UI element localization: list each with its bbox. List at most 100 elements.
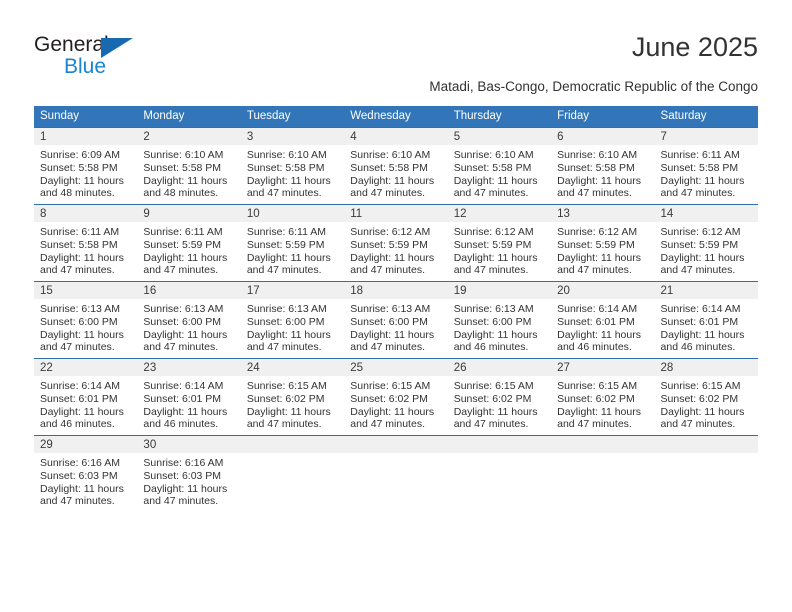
day-cell[interactable]: 7 Sunrise: 6:11 AM Sunset: 5:58 PM Dayli… <box>654 127 758 205</box>
sunrise-text: Sunrise: 6:13 AM <box>453 303 534 315</box>
weekday-header-friday: Friday <box>551 106 655 128</box>
day-details: Sunrise: 6:12 AM Sunset: 5:59 PM Dayligh… <box>344 222 447 277</box>
day-details: Sunrise: 6:11 AM Sunset: 5:58 PM Dayligh… <box>34 222 137 277</box>
day-number <box>344 436 448 453</box>
daylight-line2: and 47 minutes. <box>350 187 425 200</box>
day-cell[interactable]: 30 Sunrise: 6:16 AM Sunset: 6:03 PM Dayl… <box>137 435 241 512</box>
day-number: 12 <box>447 205 552 222</box>
day-cell[interactable]: 5 Sunrise: 6:10 AM Sunset: 5:58 PM Dayli… <box>447 127 552 205</box>
day-cell[interactable]: 17 Sunrise: 6:13 AM Sunset: 6:00 PM Dayl… <box>240 281 345 359</box>
day-cell[interactable]: 10 Sunrise: 6:11 AM Sunset: 5:59 PM Dayl… <box>240 204 345 282</box>
sunrise-text: Sunrise: 6:13 AM <box>246 303 327 315</box>
day-cell[interactable]: 25 Sunrise: 6:15 AM Sunset: 6:02 PM Dayl… <box>344 358 448 436</box>
day-cell[interactable]: 8 Sunrise: 6:11 AM Sunset: 5:58 PM Dayli… <box>34 204 138 282</box>
daylight-line1: Daylight: 11 hours <box>143 328 228 341</box>
daylight-line2: and 47 minutes. <box>350 341 425 354</box>
day-details: Sunrise: 6:10 AM Sunset: 5:58 PM Dayligh… <box>448 145 551 200</box>
day-cell[interactable]: 14 Sunrise: 6:12 AM Sunset: 5:59 PM Dayl… <box>654 204 758 282</box>
daylight-line2: and 47 minutes. <box>246 418 322 431</box>
day-cell[interactable]: 22 Sunrise: 6:14 AM Sunset: 6:01 PM Dayl… <box>34 358 138 436</box>
daylight-line2: and 47 minutes. <box>246 264 322 277</box>
sunset-text: Sunset: 6:00 PM <box>246 315 325 328</box>
day-number: 5 <box>447 128 552 145</box>
day-cell[interactable]: 24 Sunrise: 6:15 AM Sunset: 6:02 PM Dayl… <box>240 358 345 436</box>
day-number: 3 <box>240 128 345 145</box>
day-cell[interactable]: 19 Sunrise: 6:13 AM Sunset: 6:00 PM Dayl… <box>447 281 552 359</box>
daylight-line2: and 46 minutes. <box>453 341 529 354</box>
day-cell[interactable]: 11 Sunrise: 6:12 AM Sunset: 5:59 PM Dayl… <box>344 204 448 282</box>
daylight-line1: Daylight: 11 hours <box>143 251 228 264</box>
day-cell[interactable]: 29 Sunrise: 6:16 AM Sunset: 6:03 PM Dayl… <box>34 435 138 512</box>
sunrise-text: Sunrise: 6:13 AM <box>40 303 120 315</box>
day-cell[interactable]: 16 Sunrise: 6:13 AM Sunset: 6:00 PM Dayl… <box>137 281 241 359</box>
day-cell[interactable]: 2 Sunrise: 6:10 AM Sunset: 5:58 PM Dayli… <box>137 127 241 205</box>
sunrise-text: Sunrise: 6:10 AM <box>557 149 638 161</box>
weekday-header-monday: Monday <box>137 106 241 128</box>
day-cell[interactable]: 15 Sunrise: 6:13 AM Sunset: 6:00 PM Dayl… <box>34 281 138 359</box>
sunrise-text: Sunrise: 6:11 AM <box>660 149 740 161</box>
daylight-line1: Daylight: 11 hours <box>40 174 124 187</box>
daylight-line2: and 48 minutes. <box>40 187 115 200</box>
day-number: 1 <box>34 128 138 145</box>
sunset-text: Sunset: 5:58 PM <box>40 161 118 174</box>
sunrise-text: Sunrise: 6:14 AM <box>40 380 120 392</box>
sunset-text: Sunset: 5:59 PM <box>143 238 222 251</box>
sunset-text: Sunset: 6:02 PM <box>660 392 739 405</box>
day-number: 25 <box>344 359 448 376</box>
sunset-text: Sunset: 5:59 PM <box>453 238 532 251</box>
day-cell[interactable]: 1 Sunrise: 6:09 AM Sunset: 5:58 PM Dayli… <box>34 127 138 205</box>
day-number: 13 <box>551 205 655 222</box>
day-details: Sunrise: 6:14 AM Sunset: 6:01 PM Dayligh… <box>137 376 240 431</box>
day-cell[interactable]: 3 Sunrise: 6:10 AM Sunset: 5:58 PM Dayli… <box>240 127 345 205</box>
day-cell-empty <box>654 435 758 512</box>
daylight-line2: and 46 minutes. <box>40 418 115 431</box>
daylight-line2: and 47 minutes. <box>557 264 632 277</box>
day-cell[interactable]: 4 Sunrise: 6:10 AM Sunset: 5:58 PM Dayli… <box>344 127 448 205</box>
daylight-line2: and 47 minutes. <box>453 264 529 277</box>
day-number: 27 <box>551 359 655 376</box>
day-details: Sunrise: 6:14 AM Sunset: 6:01 PM Dayligh… <box>551 299 654 354</box>
daylight-line2: and 47 minutes. <box>143 495 219 508</box>
day-cell[interactable]: 26 Sunrise: 6:15 AM Sunset: 6:02 PM Dayl… <box>447 358 552 436</box>
day-details: Sunrise: 6:15 AM Sunset: 6:02 PM Dayligh… <box>655 376 758 431</box>
daylight-line1: Daylight: 11 hours <box>557 174 641 187</box>
daylight-line2: and 47 minutes. <box>143 264 219 277</box>
daylight-line2: and 47 minutes. <box>557 418 632 431</box>
day-cell[interactable]: 9 Sunrise: 6:11 AM Sunset: 5:59 PM Dayli… <box>137 204 241 282</box>
daylight-line1: Daylight: 11 hours <box>143 482 228 495</box>
weekday-header-thursday: Thursday <box>447 106 552 128</box>
day-cell[interactable]: 21 Sunrise: 6:14 AM Sunset: 6:01 PM Dayl… <box>654 281 758 359</box>
day-cell[interactable]: 27 Sunrise: 6:15 AM Sunset: 6:02 PM Dayl… <box>551 358 655 436</box>
day-cell[interactable]: 6 Sunrise: 6:10 AM Sunset: 5:58 PM Dayli… <box>551 127 655 205</box>
day-cell[interactable]: 28 Sunrise: 6:15 AM Sunset: 6:02 PM Dayl… <box>654 358 758 436</box>
sunrise-text: Sunrise: 6:14 AM <box>660 303 741 315</box>
day-cell[interactable]: 23 Sunrise: 6:14 AM Sunset: 6:01 PM Dayl… <box>137 358 241 436</box>
day-details: Sunrise: 6:10 AM Sunset: 5:58 PM Dayligh… <box>241 145 344 200</box>
calendar-week-row: 1 Sunrise: 6:09 AM Sunset: 5:58 PM Dayli… <box>34 127 758 205</box>
daylight-line1: Daylight: 11 hours <box>453 405 538 418</box>
calendar-table: Sunday Monday Tuesday Wednesday Thursday… <box>34 106 758 512</box>
day-cell[interactable]: 18 Sunrise: 6:13 AM Sunset: 6:00 PM Dayl… <box>344 281 448 359</box>
day-cell-empty <box>551 435 655 512</box>
daylight-line1: Daylight: 11 hours <box>660 174 745 187</box>
sunset-text: Sunset: 6:02 PM <box>557 392 635 405</box>
daylight-line2: and 47 minutes. <box>453 187 529 200</box>
day-details: Sunrise: 6:13 AM Sunset: 6:00 PM Dayligh… <box>448 299 551 354</box>
day-details: Sunrise: 6:11 AM Sunset: 5:58 PM Dayligh… <box>655 145 758 200</box>
daylight-line2: and 47 minutes. <box>453 418 529 431</box>
sunset-text: Sunset: 5:59 PM <box>660 238 739 251</box>
sunrise-text: Sunrise: 6:15 AM <box>350 380 431 392</box>
sunset-text: Sunset: 6:02 PM <box>350 392 428 405</box>
sunset-text: Sunset: 6:03 PM <box>40 469 118 482</box>
day-details: Sunrise: 6:13 AM Sunset: 6:00 PM Dayligh… <box>241 299 344 354</box>
day-cell[interactable]: 12 Sunrise: 6:12 AM Sunset: 5:59 PM Dayl… <box>447 204 552 282</box>
calendar-week-row: 22 Sunrise: 6:14 AM Sunset: 6:01 PM Dayl… <box>34 358 758 436</box>
day-cell-empty <box>447 435 552 512</box>
day-number: 23 <box>137 359 241 376</box>
day-cell[interactable]: 20 Sunrise: 6:14 AM Sunset: 6:01 PM Dayl… <box>551 281 655 359</box>
sunrise-text: Sunrise: 6:10 AM <box>143 149 224 161</box>
day-cell[interactable]: 13 Sunrise: 6:12 AM Sunset: 5:59 PM Dayl… <box>551 204 655 282</box>
daylight-line1: Daylight: 11 hours <box>660 405 745 418</box>
day-details: Sunrise: 6:15 AM Sunset: 6:02 PM Dayligh… <box>551 376 654 431</box>
daylight-line2: and 47 minutes. <box>143 341 219 354</box>
